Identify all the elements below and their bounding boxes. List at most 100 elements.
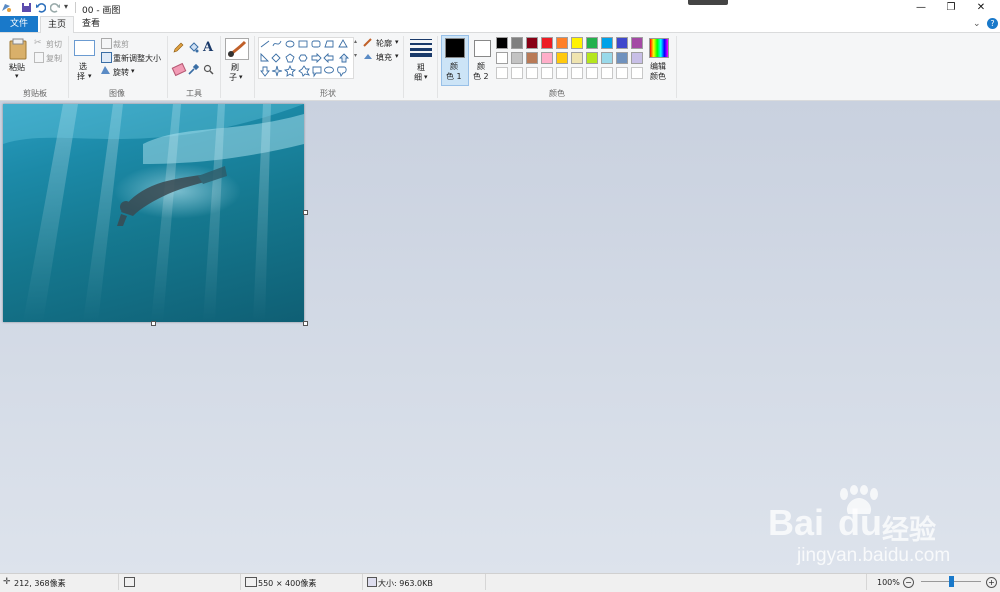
palette-swatch[interactable]: [541, 52, 553, 64]
ribbon-separator: [676, 36, 677, 98]
size-label-2[interactable]: 细: [414, 72, 422, 83]
brushes-dropdown-icon[interactable]: ▾: [239, 73, 243, 81]
palette-swatch[interactable]: [511, 37, 523, 49]
select-dropdown-icon[interactable]: ▾: [88, 72, 92, 80]
tab-view[interactable]: 查看: [76, 16, 106, 32]
edit-colors-label-2[interactable]: 颜色: [650, 71, 666, 82]
fill-bucket-icon[interactable]: [188, 42, 199, 56]
resize-handle-right[interactable]: [303, 210, 308, 215]
crop-button[interactable]: 裁剪: [113, 39, 129, 50]
outline-dropdown-icon[interactable]: ▾: [395, 38, 399, 46]
fill-dropdown-icon[interactable]: ▾: [395, 52, 399, 60]
tab-home[interactable]: 主页: [40, 16, 74, 33]
palette-swatch[interactable]: [511, 67, 523, 79]
group-label-clipboard: 剪贴板: [23, 89, 47, 98]
customize-quick-access-icon[interactable]: ▾: [64, 2, 68, 11]
palette-swatch[interactable]: [556, 52, 568, 64]
ribbon-separator: [437, 36, 438, 98]
group-label-shapes: 形状: [320, 89, 336, 98]
status-bar: [0, 573, 1000, 592]
palette-swatch[interactable]: [556, 37, 568, 49]
brush-icon[interactable]: [225, 38, 249, 60]
palette-swatch[interactable]: [616, 52, 628, 64]
palette-swatch[interactable]: [571, 67, 583, 79]
crop-icon: [101, 38, 112, 49]
resize-handle-bottom[interactable]: [151, 321, 156, 326]
copy-button[interactable]: 复制: [46, 53, 62, 64]
save-icon[interactable]: [21, 2, 32, 13]
magnifier-icon[interactable]: [203, 64, 214, 78]
palette-swatch[interactable]: [556, 67, 568, 79]
select-rect-icon[interactable]: [74, 40, 95, 56]
brushes-label-2[interactable]: 子: [229, 72, 237, 83]
fill-button[interactable]: 填充: [376, 52, 392, 63]
rotate-icon: [100, 65, 111, 78]
outline-button[interactable]: 轮廓: [376, 38, 392, 49]
color-spectrum-icon[interactable]: [649, 38, 669, 58]
zoom-out-button[interactable]: −: [903, 577, 914, 588]
zoom-slider-thumb[interactable]: [949, 576, 954, 587]
scissors-icon: ✂: [34, 38, 42, 48]
shapes-scroll-icon[interactable]: ▴ ▾: [353, 38, 358, 78]
rotate-button[interactable]: 旋转: [113, 67, 129, 78]
floating-toolbar-handle[interactable]: [688, 0, 728, 5]
select-label-2[interactable]: 择: [77, 71, 85, 82]
palette-swatch[interactable]: [586, 67, 598, 79]
palette-swatch[interactable]: [571, 37, 583, 49]
help-icon[interactable]: ?: [987, 18, 998, 29]
ribbon-separator: [403, 36, 404, 98]
palette-swatch[interactable]: [631, 52, 643, 64]
resize-handle-corner[interactable]: [303, 321, 308, 326]
text-tool-icon[interactable]: A: [203, 40, 213, 55]
palette-swatch[interactable]: [586, 37, 598, 49]
palette-swatch[interactable]: [526, 67, 538, 79]
paste-dropdown-icon[interactable]: ▾: [15, 72, 19, 80]
palette-swatch[interactable]: [601, 37, 613, 49]
palette-swatch[interactable]: [601, 67, 613, 79]
image-size: 550 × 400像素: [258, 579, 317, 588]
undo-icon[interactable]: [35, 2, 47, 13]
size-dropdown-icon[interactable]: ▾: [424, 73, 428, 81]
ribbon-separator: [220, 36, 221, 98]
restore-button[interactable]: ❐: [936, 0, 966, 16]
palette-swatch[interactable]: [631, 67, 643, 79]
minimize-button[interactable]: —: [906, 0, 936, 16]
selection-size-icon: [124, 577, 135, 587]
cursor-position: 212, 368像素: [14, 579, 66, 588]
resize-button[interactable]: 重新调整大小: [113, 53, 161, 64]
palette-swatch[interactable]: [631, 37, 643, 49]
watermark-brand-part1: Bai: [768, 502, 825, 543]
palette-swatch[interactable]: [526, 37, 538, 49]
canvas-image[interactable]: [3, 104, 304, 322]
status-divider: [362, 574, 363, 590]
rotate-dropdown-icon[interactable]: ▾: [131, 67, 135, 75]
palette-swatch[interactable]: [616, 67, 628, 79]
palette-swatch[interactable]: [511, 52, 523, 64]
shapes-gallery[interactable]: [258, 37, 354, 79]
palette-swatch[interactable]: [496, 67, 508, 79]
pencil-icon[interactable]: [173, 42, 184, 56]
palette-swatch[interactable]: [616, 37, 628, 49]
close-button[interactable]: ✕: [966, 0, 996, 16]
redo-icon[interactable]: [49, 2, 61, 13]
palette-swatch[interactable]: [496, 37, 508, 49]
paste-button[interactable]: [8, 38, 28, 63]
palette-swatch[interactable]: [526, 52, 538, 64]
tab-file[interactable]: 文件: [0, 16, 38, 32]
zoom-in-button[interactable]: +: [986, 577, 997, 588]
line-width-icon[interactable]: [410, 39, 432, 57]
palette-swatch[interactable]: [496, 52, 508, 64]
color2-label-2: 色 2: [473, 72, 489, 81]
fill-icon: [363, 52, 373, 61]
paint-app-icon: [1, 2, 12, 13]
palette-swatch[interactable]: [586, 52, 598, 64]
palette-swatch[interactable]: [601, 52, 613, 64]
color2-swatch[interactable]: [474, 40, 491, 57]
palette-swatch[interactable]: [571, 52, 583, 64]
cut-button[interactable]: 剪切: [46, 39, 62, 50]
palette-swatch[interactable]: [541, 37, 553, 49]
status-divider: [866, 574, 867, 590]
palette-swatch[interactable]: [541, 67, 553, 79]
collapse-ribbon-icon[interactable]: ⌄: [973, 19, 981, 29]
color-picker-icon[interactable]: [188, 63, 200, 78]
